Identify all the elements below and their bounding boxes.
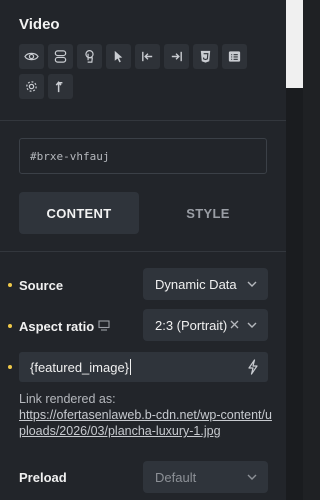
chevron-down-icon (247, 281, 257, 287)
panel-title: Video (19, 16, 60, 33)
pointer-icon[interactable] (106, 44, 131, 69)
source-control: Source Dynamic Data (0, 268, 286, 302)
source-select[interactable]: Dynamic Data (143, 268, 268, 300)
preload-control: Preload Default (0, 461, 286, 495)
gear-icon[interactable] (19, 74, 44, 99)
source-value: Dynamic Data (155, 276, 237, 292)
preload-value: Default (155, 469, 197, 485)
align-left-icon[interactable] (135, 44, 160, 69)
modified-indicator (8, 324, 12, 328)
desktop-icon (98, 320, 110, 331)
divider (0, 251, 286, 252)
link-rendered-url[interactable]: https://ofertasenlaweb.b-cdn.net/wp-cont… (19, 407, 274, 439)
toggle-icon[interactable] (48, 44, 73, 69)
aspect-ratio-control: Aspect ratio 2:3 (Portrait) (0, 309, 286, 343)
clear-icon[interactable] (229, 319, 240, 330)
chevron-down-icon (247, 322, 257, 328)
aspect-ratio-value: 2:3 (Portrait) (155, 317, 228, 333)
source-label: Source (19, 278, 64, 293)
canvas-edge (286, 0, 303, 88)
chevron-down-icon (247, 474, 257, 480)
list-icon[interactable] (222, 44, 247, 69)
hand-icon[interactable] (77, 44, 102, 69)
align-right-icon[interactable] (164, 44, 189, 69)
modified-indicator (8, 365, 12, 369)
canvas-edge (286, 88, 303, 500)
bolt-icon[interactable] (246, 359, 260, 375)
link-rendered-label: Link rendered as: (19, 392, 116, 406)
aspect-ratio-select[interactable]: 2:3 (Portrait) (143, 309, 268, 341)
modified-indicator (8, 283, 12, 287)
toolbar-row-1 (19, 44, 247, 69)
tab-content[interactable]: CONTENT (19, 192, 139, 234)
element-id-field[interactable]: #brxe-vhfauj (19, 138, 267, 174)
toolbar-row-2 (19, 74, 73, 99)
preload-label: Preload (19, 470, 67, 485)
preload-select[interactable]: Default (143, 461, 268, 493)
panel-tabs: CONTENT STYLE (19, 192, 268, 234)
arrow-up-icon[interactable] (48, 74, 73, 99)
tab-style[interactable]: STYLE (148, 192, 268, 234)
dynamic-data-value: {featured_image} (30, 359, 130, 375)
aspect-ratio-label: Aspect ratio (19, 319, 95, 334)
dynamic-data-input[interactable]: {featured_image} (19, 352, 268, 382)
divider (0, 120, 286, 121)
css-icon[interactable] (193, 44, 218, 69)
link-rendered-note: Link rendered as: https://ofertasenlaweb… (19, 391, 274, 439)
text-caret (130, 359, 132, 375)
eye-icon[interactable] (19, 44, 44, 69)
element-panel: Video #brxe-vhfauj CONTENT STYLE Source … (0, 0, 286, 500)
